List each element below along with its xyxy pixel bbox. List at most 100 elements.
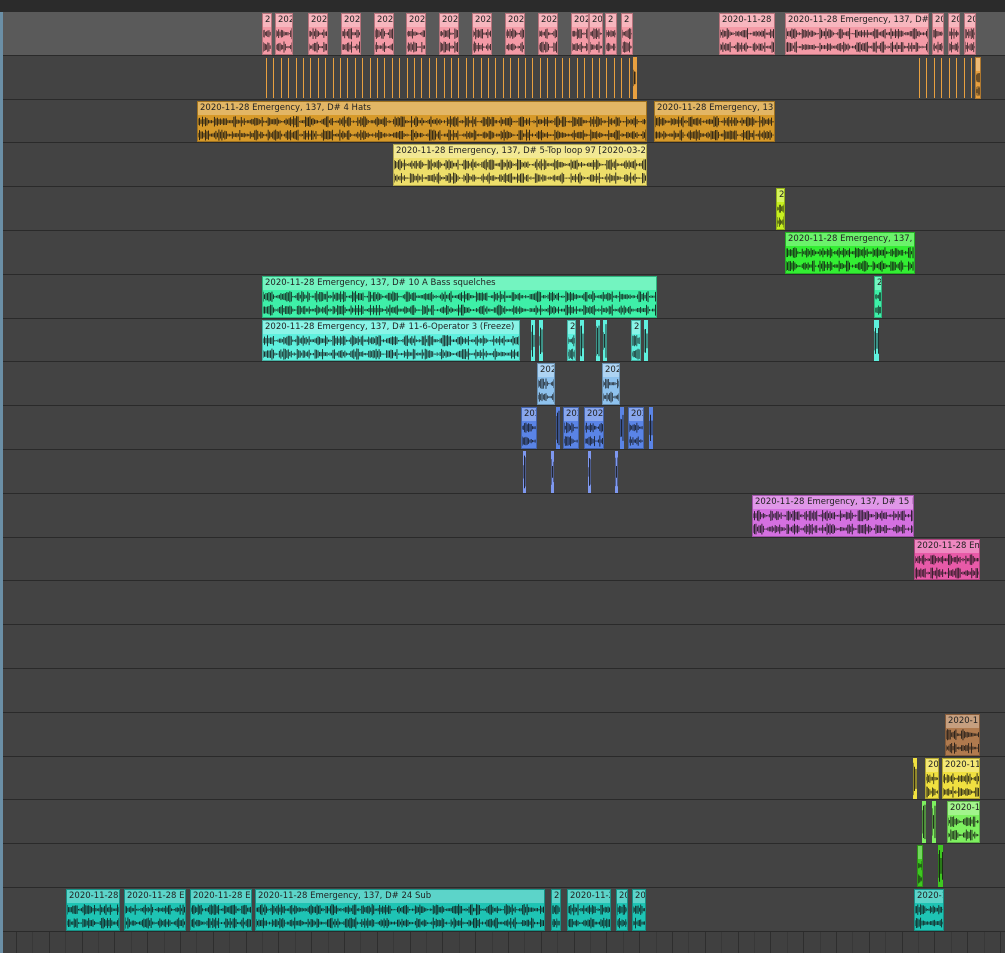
track-lane-13[interactable] — [0, 537, 1005, 582]
track-lane-18[interactable] — [0, 756, 1005, 801]
hit-marker[interactable] — [949, 57, 950, 98]
audio-clip[interactable]: 202 — [374, 13, 394, 55]
audio-clip[interactable]: 2020-11-28 Emergency, 137, D# 4 Hats — [197, 100, 647, 143]
audio-clip[interactable]: 2 — [605, 13, 617, 55]
audio-clip[interactable]: 2020-11-28 Em — [124, 889, 186, 931]
audio-clip[interactable] — [975, 56, 981, 99]
audio-clip[interactable]: 202 — [505, 13, 525, 55]
audio-clip[interactable] — [620, 407, 624, 449]
audio-clip[interactable]: 2020-1 — [914, 889, 944, 931]
audio-clip[interactable] — [649, 407, 653, 449]
audio-clip[interactable]: 202 — [538, 13, 558, 55]
audio-clip[interactable]: 20 — [964, 13, 976, 55]
hit-marker[interactable] — [303, 57, 304, 98]
audio-clip[interactable]: 2020-11-28 Er — [719, 13, 775, 55]
audio-clip[interactable] — [596, 319, 600, 362]
hit-marker[interactable] — [481, 57, 482, 98]
audio-clip[interactable]: 20 — [589, 13, 603, 55]
audio-clip[interactable]: 202 — [472, 13, 492, 55]
hit-marker[interactable] — [636, 57, 637, 98]
audio-clip[interactable]: 202 — [308, 13, 328, 55]
hit-marker[interactable] — [540, 57, 541, 98]
hit-marker[interactable] — [614, 57, 615, 98]
audio-clip[interactable]: 2 — [621, 13, 633, 55]
audio-clip[interactable]: 202 — [632, 889, 646, 931]
hit-marker[interactable] — [473, 57, 474, 98]
audio-clip[interactable]: 202 — [275, 13, 293, 55]
audio-clip[interactable] — [539, 319, 543, 362]
audio-clip[interactable]: 202 — [628, 407, 644, 449]
audio-clip[interactable]: 202 — [439, 13, 459, 55]
audio-clip[interactable]: 2020-1 — [947, 801, 980, 844]
audio-clip[interactable]: 2020-11-28 Emergency, 137, D# 2 Ki — [785, 13, 929, 55]
track-lane-10[interactable] — [0, 406, 1005, 450]
audio-clip[interactable]: 2020-11-28 Emergency, 137, D — [654, 100, 775, 143]
audio-clip[interactable] — [932, 801, 936, 844]
audio-clip[interactable]: 202 — [571, 13, 589, 55]
track-lane-14[interactable] — [0, 581, 1005, 626]
hit-marker[interactable] — [266, 57, 267, 98]
hit-marker[interactable] — [355, 57, 356, 98]
track-lane-19[interactable] — [0, 800, 1005, 845]
hit-marker[interactable] — [377, 57, 378, 98]
hit-marker[interactable] — [288, 57, 289, 98]
track-lane-20[interactable] — [0, 844, 1005, 888]
audio-clip[interactable]: 2020-11-28 Emergency, 137, D# 11-6-Opera… — [262, 319, 520, 362]
audio-clip[interactable]: 2020-11-2 — [567, 889, 611, 931]
hit-marker[interactable] — [325, 57, 326, 98]
audio-clip[interactable]: 2020-11-28 E — [66, 889, 120, 931]
arrangement-view[interactable]: 2 202 202 202 202 202 202 202 202 202 202 20 2 2 2020-… — [0, 0, 1005, 953]
audio-clip[interactable]: 2 — [874, 275, 882, 318]
hit-marker[interactable] — [555, 57, 556, 98]
hit-marker[interactable] — [429, 57, 430, 98]
hit-marker[interactable] — [926, 57, 927, 98]
hit-marker[interactable] — [296, 57, 297, 98]
hit-marker[interactable] — [466, 57, 467, 98]
audio-clip[interactable]: 202 — [341, 13, 361, 55]
audio-clip[interactable]: 2 — [776, 188, 785, 230]
hit-marker[interactable] — [362, 57, 363, 98]
audio-clip[interactable]: 202 — [406, 13, 426, 55]
audio-clip[interactable]: 2020-11-28 Emergency, 137, D# 10 A Bass … — [262, 275, 657, 318]
hit-marker[interactable] — [370, 57, 371, 98]
hit-marker[interactable] — [503, 57, 504, 98]
hit-marker[interactable] — [599, 57, 600, 98]
audio-clip[interactable] — [644, 319, 648, 362]
audio-clip[interactable]: 202 — [521, 407, 537, 449]
audio-clip[interactable] — [615, 451, 618, 493]
hit-marker[interactable] — [458, 57, 459, 98]
audio-clip[interactable] — [917, 845, 923, 887]
audio-clip[interactable] — [922, 801, 926, 844]
hit-marker[interactable] — [584, 57, 585, 98]
hit-marker[interactable] — [971, 57, 972, 98]
hit-marker[interactable] — [399, 57, 400, 98]
audio-clip[interactable]: 2020-11-28 Emergency, 137, D# — [785, 232, 915, 274]
audio-clip[interactable]: 20 — [551, 889, 561, 931]
audio-clip[interactable]: 2 — [262, 13, 272, 55]
hit-marker[interactable] — [436, 57, 437, 98]
hit-marker[interactable] — [407, 57, 408, 98]
hit-marker[interactable] — [629, 57, 630, 98]
audio-clip[interactable]: 2020 — [584, 407, 604, 449]
audio-clip[interactable] — [531, 319, 535, 362]
audio-clip[interactable]: 20 — [925, 757, 939, 800]
track-lane-17[interactable] — [0, 712, 1005, 757]
hit-marker[interactable] — [569, 57, 570, 98]
hit-marker[interactable] — [347, 57, 348, 98]
hit-marker[interactable] — [621, 57, 622, 98]
audio-clip[interactable]: 202 — [537, 363, 555, 406]
track-lane-16[interactable] — [0, 669, 1005, 713]
hit-marker[interactable] — [934, 57, 935, 98]
hit-marker[interactable] — [451, 57, 452, 98]
audio-clip[interactable]: 20 — [932, 13, 944, 55]
hit-marker[interactable] — [547, 57, 548, 98]
track-lane-5[interactable] — [0, 187, 1005, 231]
hit-marker[interactable] — [510, 57, 511, 98]
hit-marker[interactable] — [964, 57, 965, 98]
audio-clip[interactable]: 2020-11-28 Emergency, 137, D# 24 Sub — [255, 889, 545, 931]
audio-clip[interactable] — [580, 319, 584, 362]
hit-marker[interactable] — [525, 57, 526, 98]
audio-clip[interactable]: 202 — [602, 363, 620, 406]
audio-clip[interactable] — [603, 319, 607, 362]
audio-clip[interactable]: 20 — [948, 13, 960, 55]
